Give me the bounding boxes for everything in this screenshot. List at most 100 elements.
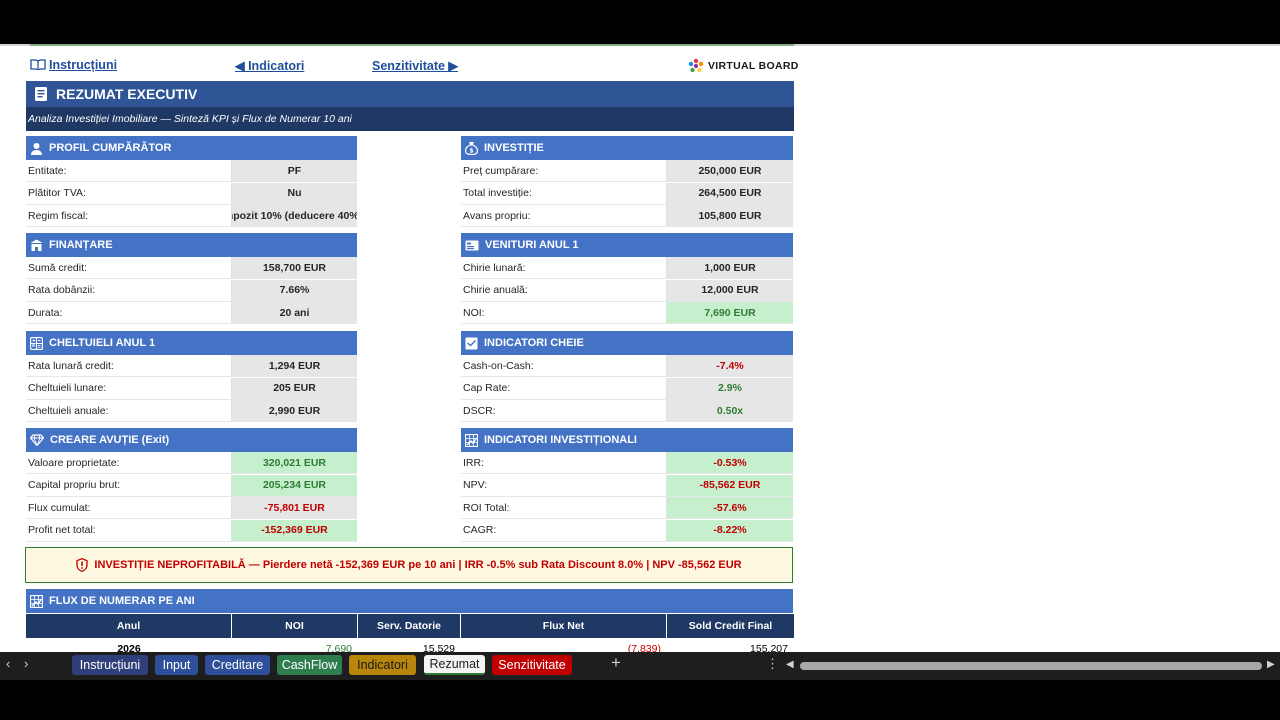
field-label: IRR:	[461, 452, 667, 473]
section-header-venituri: VENITURI ANUL 1	[461, 233, 793, 257]
field-value[interactable]: 7,690 EUR	[667, 302, 793, 323]
field-value[interactable]: npozit 10% (deducere 40%)	[232, 205, 357, 226]
field-value[interactable]: 250,000 EUR	[667, 160, 793, 181]
tab-indicatori[interactable]: Indicatori	[349, 655, 416, 675]
field-label: Profit net total:	[26, 519, 232, 541]
field-value[interactable]: -8.22%	[667, 519, 793, 541]
field-value[interactable]: 7.66%	[232, 279, 357, 301]
spreadsheet-area[interactable]: Instrucțiuni ◀ Indicatori Senzitivitate …	[0, 44, 1280, 652]
section-title: VENITURI ANUL 1	[485, 239, 579, 251]
tab-instructiuni[interactable]: Instrucțiuni	[72, 655, 148, 675]
more-options-icon[interactable]: ⋮	[766, 656, 779, 672]
field-label: Regim fiscal:	[26, 205, 232, 226]
field-value[interactable]: 1,294 EUR	[232, 355, 357, 376]
field-value[interactable]: -152,369 EUR	[232, 519, 357, 541]
field-value[interactable]: 2,990 EUR	[232, 400, 357, 421]
section-title: INDICATORI CHEIE	[484, 337, 584, 349]
list-item: NPV: -85,562 EUR	[461, 474, 793, 497]
list-item: Flux cumulat: -75,801 EUR	[26, 497, 357, 519]
field-value[interactable]: -85,562 EUR	[667, 474, 793, 496]
section-title: CHELTUIELI ANUL 1	[49, 337, 156, 349]
field-value[interactable]: 158,700 EUR	[232, 257, 357, 278]
field-value[interactable]: 20 ani	[232, 302, 357, 323]
link-indicators[interactable]: ◀ Indicatori	[235, 58, 304, 73]
list-item: Rata lunară credit: 1,294 EUR	[26, 355, 357, 377]
page-subtitle: Analiza Investiției Imobiliare — Sinteză…	[26, 107, 794, 131]
field-label: Avans propriu:	[461, 205, 667, 226]
list-item: Capital propriu brut: 205,234 EUR	[26, 474, 357, 497]
list-item: Durata: 20 ani	[26, 302, 357, 324]
cell-debt-service: 15,529	[422, 643, 455, 652]
section-header-cashflow: FLUX DE NUMERAR PE ANI	[26, 589, 793, 613]
list-item: ROI Total: -57.6%	[461, 497, 793, 519]
cell-final-balance: 155,207	[750, 643, 788, 652]
field-value[interactable]: 0.50x	[667, 400, 793, 421]
section-title: INVESTIȚIE	[484, 142, 544, 154]
sheet-tab-bar: ‹ › Instrucțiuni Input Creditare CashFlo…	[0, 652, 1280, 680]
field-label: NPV:	[461, 474, 667, 496]
field-label: Rata lunară credit:	[26, 355, 232, 376]
section-title: PROFIL CUMPĂRĂTOR	[49, 142, 172, 154]
field-value[interactable]: 205,234 EUR	[232, 474, 357, 496]
field-value[interactable]: 105,800 EUR	[667, 205, 793, 226]
col-header-net-flow: Flux Net	[461, 614, 667, 638]
tab-input[interactable]: Input	[155, 655, 198, 675]
field-value[interactable]: -57.6%	[667, 497, 793, 518]
money-bag-icon: $	[465, 142, 478, 155]
field-label: Cheltuieli anuale:	[26, 400, 232, 421]
field-label: Chirie anuală:	[461, 279, 667, 301]
field-value[interactable]: 320,021 EUR	[232, 452, 357, 473]
hscroll-right-icon[interactable]: ▶	[1267, 659, 1275, 670]
list-item: Entitate: PF	[26, 160, 357, 182]
list-item: Sumă credit: 158,700 EUR	[26, 257, 357, 279]
section-title: FLUX DE NUMERAR PE ANI	[49, 595, 195, 607]
field-value[interactable]: -0.53%	[667, 452, 793, 473]
list-item: IRR: -0.53%	[461, 452, 793, 474]
tab-senzitivitate[interactable]: Senzitivitate	[492, 655, 572, 675]
field-value[interactable]: 264,500 EUR	[667, 182, 793, 204]
list-item: Cash-on-Cash: -7.4%	[461, 355, 793, 377]
field-label: Plătitor TVA:	[26, 182, 232, 204]
field-value[interactable]: 205 EUR	[232, 377, 357, 399]
horizontal-scrollbar[interactable]	[800, 662, 1262, 670]
field-value[interactable]: 1,000 EUR	[667, 257, 793, 278]
cashflow-table-header: Anul NOI Serv. Datorie Flux Net Sold Cre…	[26, 614, 794, 638]
cell-noi: 7,690	[325, 643, 352, 652]
field-value[interactable]: PF	[232, 160, 357, 181]
field-label: Capital propriu brut:	[26, 474, 232, 496]
list-item: Regim fiscal: npozit 10% (deducere 40%)	[26, 205, 357, 227]
page-title: REZUMAT EXECUTIV	[56, 86, 198, 102]
tab-cashflow[interactable]: CashFlow	[277, 655, 342, 675]
list-item: Cap Rate: 2.9%	[461, 377, 793, 400]
tab-creditare[interactable]: Creditare	[205, 655, 270, 675]
shield-alert-icon	[76, 558, 89, 572]
field-value[interactable]: Nu	[232, 182, 357, 204]
scroll-right-icon[interactable]: ›	[24, 656, 28, 671]
section-title: CREARE AVUȚIE (Exit)	[50, 434, 170, 446]
field-label: CAGR:	[461, 519, 667, 541]
field-label: Sumă credit:	[26, 257, 232, 278]
section-header-profil: PROFIL CUMPĂRĂTOR	[26, 136, 357, 160]
section-title: FINANȚARE	[49, 239, 113, 251]
scroll-left-icon[interactable]: ‹	[6, 656, 10, 671]
link-instructions[interactable]: Instrucțiuni	[30, 58, 117, 72]
tab-rezumat[interactable]: Rezumat	[424, 655, 485, 675]
list-item: Cheltuieli lunare: 205 EUR	[26, 377, 357, 400]
logo-flower-icon	[688, 58, 704, 73]
field-label: Cap Rate:	[461, 377, 667, 399]
add-sheet-icon[interactable]: +	[611, 653, 621, 673]
section-header-investitie: $ INVESTIȚIE	[461, 136, 793, 160]
hscroll-left-icon[interactable]: ◀	[786, 659, 794, 670]
link-sensitivity[interactable]: Senzitivitate ▶	[372, 58, 458, 73]
field-label: Valoare proprietate:	[26, 452, 232, 473]
field-value[interactable]: 2.9%	[667, 377, 793, 399]
list-item: Total investiție: 264,500 EUR	[461, 182, 793, 205]
field-value[interactable]: 12,000 EUR	[667, 279, 793, 301]
cash-icon	[465, 240, 479, 250]
field-value[interactable]: -7.4%	[667, 355, 793, 376]
list-item: Chirie lunară: 1,000 EUR	[461, 257, 793, 279]
field-label: ROI Total:	[461, 497, 667, 518]
unprofitable-alert-box: INVESTIȚIE NEPROFITABILĂ — Pierdere netă…	[25, 547, 793, 583]
field-value[interactable]: -75,801 EUR	[232, 497, 357, 518]
chart-box-icon	[465, 337, 478, 349]
